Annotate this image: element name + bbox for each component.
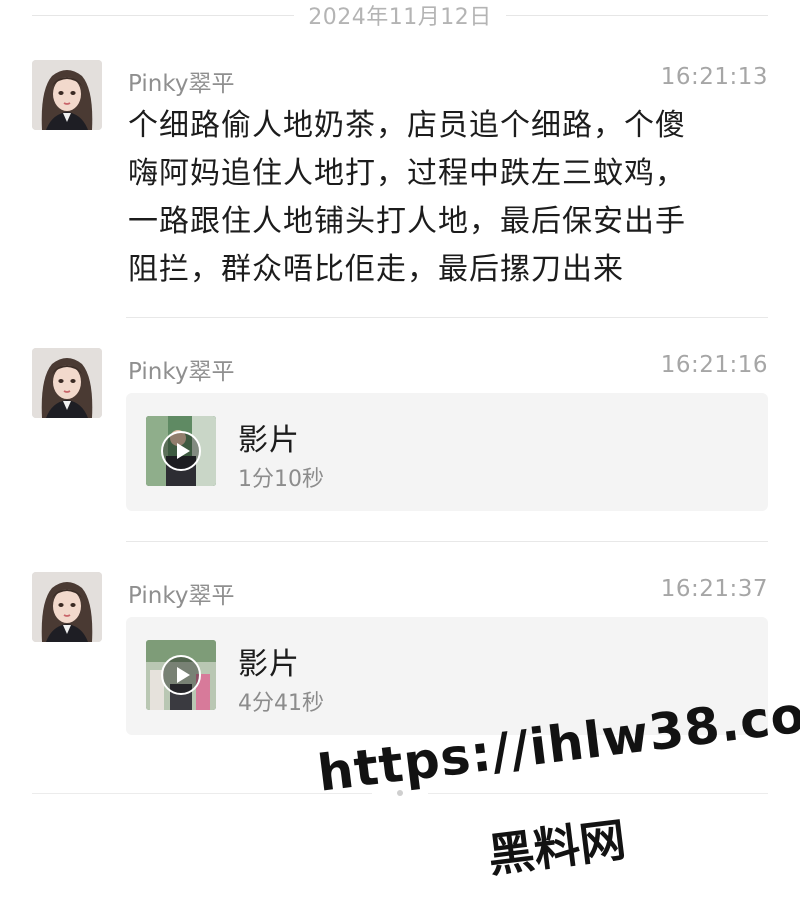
- avatar[interactable]: [32, 60, 102, 130]
- message-time: 16:21:16: [660, 352, 768, 378]
- message-text: 个细路偷人地奶茶，店员追个细路，个傻 嗨阿妈追住人地打，过程中跌左三蚊鸡， 一路…: [128, 102, 758, 294]
- video-duration: 1分10秒: [238, 467, 324, 492]
- message-line: 阻拦，群众唔比佢走，最后摞刀出来: [128, 252, 624, 287]
- message-line: 一路跟住人地铺头打人地，最后保安出手: [128, 204, 686, 239]
- divider: [126, 541, 768, 542]
- video-card[interactable]: 影片 1分10秒: [126, 393, 768, 511]
- divider: [126, 317, 768, 318]
- video-title: 影片: [238, 423, 300, 458]
- message-line: 个细路偷人地奶茶，店员追个细路，个傻: [128, 108, 686, 143]
- sender-name[interactable]: Pinky翠平: [128, 64, 234, 98]
- message-time: 16:21:13: [660, 64, 768, 90]
- divider: [32, 14, 295, 16]
- avatar[interactable]: [32, 348, 102, 418]
- date-label: 2024年11月12日: [308, 5, 492, 30]
- message-line: 嗨阿妈追住人地打，过程中跌左三蚊鸡，: [128, 156, 686, 191]
- message-item: Pinky翠平 16:21:16 影片 1分10秒: [32, 348, 768, 518]
- date-separator: 2024年11月12日: [32, 0, 769, 30]
- video-duration: 4分41秒: [238, 691, 324, 716]
- video-thumbnail[interactable]: [146, 640, 216, 710]
- watermark-site-name: 黑料网: [485, 812, 629, 883]
- avatar[interactable]: [32, 572, 102, 642]
- divider: [505, 14, 769, 16]
- video-title: 影片: [238, 647, 300, 682]
- play-icon[interactable]: [161, 431, 201, 471]
- divider: [428, 793, 768, 794]
- message-item: Pinky翠平 16:21:13 个细路偷人地奶茶，店员追个细路，个傻 嗨阿妈追…: [32, 60, 768, 300]
- sender-name[interactable]: Pinky翠平: [128, 576, 234, 610]
- video-thumbnail[interactable]: [146, 416, 216, 486]
- play-icon[interactable]: [161, 655, 201, 695]
- sender-name[interactable]: Pinky翠平: [128, 352, 234, 386]
- message-time: 16:21:37: [660, 576, 768, 602]
- chat-history-page: 2024年11月12日 Pinky翠平 16:21:13 个细路偷人地奶茶，店员…: [0, 0, 800, 904]
